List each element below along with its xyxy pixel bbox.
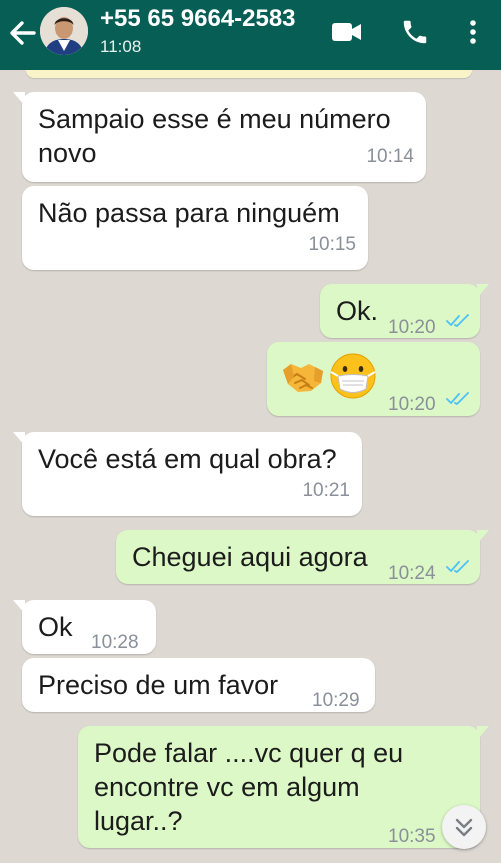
message-time: 10:20 — [388, 394, 436, 415]
read-receipt-icon — [446, 560, 469, 573]
message-text: Pode falar ....vc quer q eu encontre vc … — [94, 738, 404, 836]
scroll-to-bottom-button[interactable] — [442, 805, 486, 849]
message-text: Sampaio esse é meu número novo — [38, 104, 391, 168]
contact-status: 11:08 — [100, 37, 142, 56]
message-incoming[interactable]: Preciso de um favor 10:29 — [22, 658, 375, 712]
message-text: Ok. — [336, 296, 379, 326]
message-outgoing[interactable]: 10:20 — [267, 342, 480, 416]
message-time: 10:28 — [91, 632, 139, 653]
message-time: 10:29 — [312, 690, 360, 711]
message-text: Ok — [38, 612, 73, 642]
phone-icon[interactable] — [400, 17, 430, 47]
video-call-icon[interactable] — [331, 21, 363, 43]
message-time: 10:14 — [366, 146, 414, 167]
avatar[interactable] — [40, 7, 88, 55]
contact-photo — [40, 7, 88, 55]
message-incoming[interactable]: Ok 10:28 — [13, 600, 156, 654]
handshake-emoji — [283, 364, 323, 392]
message-time: 10:21 — [302, 480, 350, 501]
message-time: 10:24 — [388, 563, 436, 584]
message-text: Cheguei aqui agora — [132, 542, 368, 572]
message-time: 10:15 — [308, 234, 356, 255]
arrow-left-icon[interactable] — [6, 16, 40, 50]
read-receipt-icon — [446, 314, 469, 327]
partial-system-message — [26, 70, 472, 78]
message-outgoing[interactable]: Pode falar ....vc quer q eu encontre vc … — [78, 726, 489, 848]
message-time: 10:35 — [388, 826, 436, 847]
contact-name[interactable]: +55 65 9664-2583 — [100, 5, 296, 33]
message-outgoing[interactable]: Ok. 10:20 — [320, 284, 489, 338]
chevron-double-down-icon — [455, 818, 473, 837]
more-vertical-icon[interactable] — [466, 18, 480, 46]
message-incoming[interactable]: Não passa para ninguém 10:15 — [22, 186, 368, 270]
face-with-medical-mask-emoji — [330, 353, 376, 399]
message-outgoing[interactable]: Cheguei aqui agora 10:24 — [116, 530, 489, 584]
message-text: Não passa para ninguém — [38, 198, 340, 228]
message-text: Preciso de um favor — [38, 670, 279, 700]
message-incoming[interactable]: Você está em qual obra? 10:21 — [13, 432, 362, 516]
read-receipt-icon — [446, 392, 469, 405]
message-time: 10:20 — [388, 317, 436, 338]
message-text: Você está em qual obra? — [38, 444, 337, 474]
message-incoming[interactable]: Sampaio esse é meu número novo 10:14 — [13, 92, 426, 182]
chat-header: +55 65 9664-2583 11:08 — [0, 0, 501, 70]
chat-area[interactable]: Sampaio esse é meu número novo 10:14 Não… — [0, 70, 501, 863]
